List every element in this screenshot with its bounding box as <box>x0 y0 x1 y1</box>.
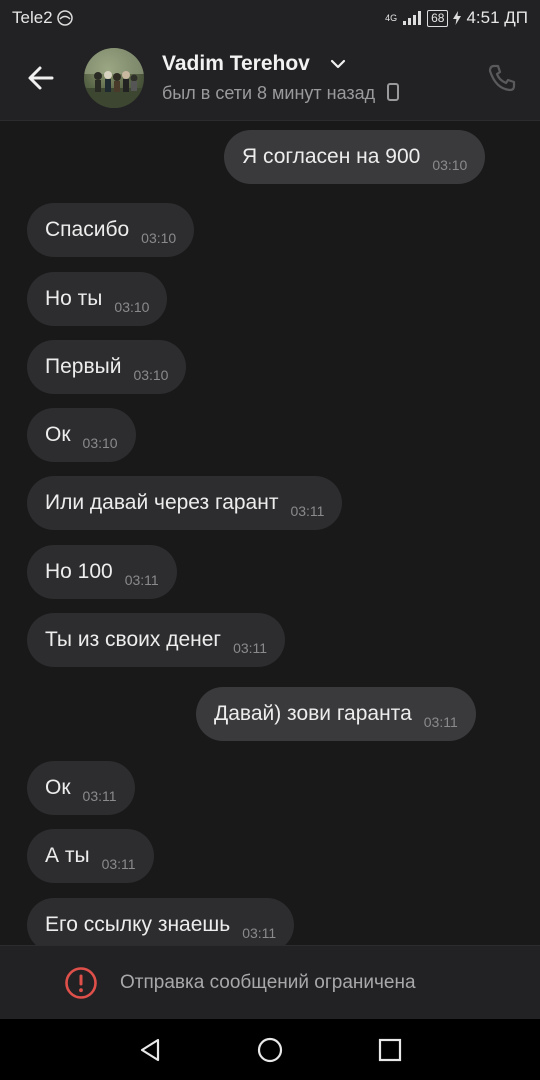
message-text: Ок <box>45 423 71 446</box>
avatar-photo <box>84 48 144 108</box>
message-bubble-outgoing[interactable]: Я согласен на 900 03:10 <box>224 130 486 184</box>
message-time: 03:11 <box>82 788 117 804</box>
message-time: 03:10 <box>432 157 468 173</box>
network-type: 4G <box>385 12 398 23</box>
message-text: Ты из своих денег <box>45 628 222 651</box>
message-bubble-outgoing[interactable]: Давай) зови гаранта 03:11 <box>196 687 476 741</box>
message-bubble-incoming[interactable]: Ок 03:10 <box>27 408 136 462</box>
message-text: Спасибо <box>45 218 130 241</box>
triangle-back-icon[interactable] <box>136 1035 166 1065</box>
back-button[interactable] <box>22 58 62 98</box>
circle-home-icon[interactable] <box>255 1035 285 1065</box>
chat-header: Vadim Terehov был в сети 8 минут назад <box>0 36 540 121</box>
chevron-down-icon[interactable] <box>330 58 346 70</box>
alert-circle-icon <box>65 967 97 999</box>
signal-icon <box>403 11 422 25</box>
message-bubble-incoming[interactable]: А ты 03:11 <box>27 829 154 883</box>
message-time: 03:10 <box>114 299 150 315</box>
message-time: 03:11 <box>290 503 325 519</box>
message-text: А ты <box>45 844 90 867</box>
message-text: Давай) зови гаранта <box>214 702 412 725</box>
message-bubble-incoming[interactable]: Его ссылку знаешь 03:11 <box>27 898 295 945</box>
restricted-message: Отправка сообщений ограничена <box>120 972 416 993</box>
message-text: Первый <box>45 355 122 378</box>
contact-avatar[interactable] <box>84 48 144 108</box>
contact-name[interactable]: Vadim Terehov <box>162 52 310 76</box>
message-time: 03:11 <box>233 640 268 656</box>
message-text: Ок <box>45 776 71 799</box>
message-text: Его ссылку знаешь <box>45 913 231 936</box>
phone-icon <box>488 64 516 92</box>
message-bubble-incoming[interactable]: Но ты 03:10 <box>27 272 168 326</box>
message-bubble-incoming[interactable]: Первый 03:10 <box>27 340 187 394</box>
message-time: 03:10 <box>133 367 169 383</box>
message-text: Но ты <box>45 287 103 310</box>
system-nav-bar <box>0 1019 540 1080</box>
message-bubble-incoming[interactable]: Но 100 03:11 <box>27 545 177 599</box>
messaging-restricted-bar: Отправка сообщений ограничена <box>0 945 540 1020</box>
message-time: 03:11 <box>124 572 159 588</box>
last-seen-text: был в сети 8 минут назад <box>162 83 376 103</box>
message-time: 03:10 <box>82 435 118 451</box>
message-bubble-incoming[interactable]: Ок 03:11 <box>27 761 135 815</box>
arrow-left-icon <box>28 66 54 90</box>
message-text: Я согласен на 900 <box>242 145 421 168</box>
square-recent-icon[interactable] <box>375 1035 405 1065</box>
status-bar: Tele2 4G 68 4:51 ДП <box>0 0 540 36</box>
message-text: Или давай через гарант <box>45 491 279 514</box>
clock: 4:51 ДП <box>466 8 528 27</box>
message-time: 03:10 <box>141 230 177 246</box>
mobile-device-icon <box>387 83 400 101</box>
carrier-label: Tele2 <box>12 8 53 27</box>
message-bubble-incoming[interactable]: Или давай через гарант 03:11 <box>27 476 343 530</box>
call-button[interactable] <box>486 62 518 94</box>
message-time: 03:11 <box>101 856 136 872</box>
charging-icon <box>453 11 462 25</box>
last-seen-status: был в сети 8 минут назад <box>162 82 400 104</box>
message-bubble-incoming[interactable]: Ты из своих денег 03:11 <box>27 613 286 667</box>
message-bubble-incoming[interactable]: Спасибо 03:10 <box>27 203 195 257</box>
battery-level: 68 <box>427 9 449 27</box>
message-time: 03:11 <box>423 714 458 730</box>
vk-logo-icon <box>56 10 73 26</box>
message-list[interactable]: Я согласен на 900 03:10 Спасибо 03:10 Но… <box>0 121 540 945</box>
message-text: Но 100 <box>45 560 113 583</box>
message-time: 03:11 <box>242 925 277 941</box>
